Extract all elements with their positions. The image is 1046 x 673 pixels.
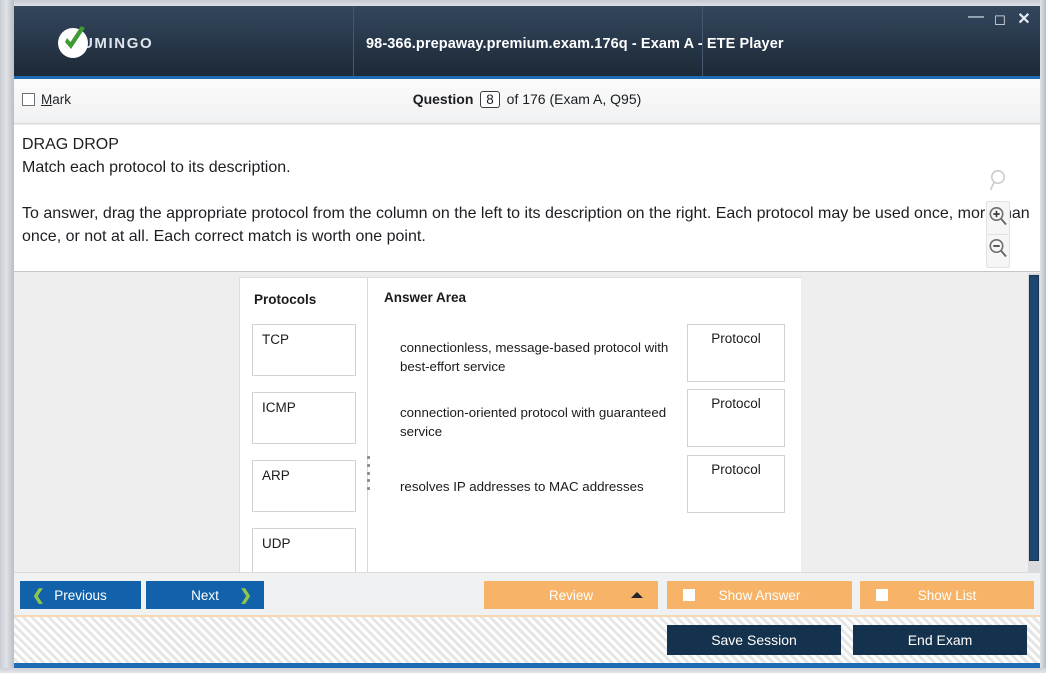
- show-answer-button[interactable]: Show Answer: [667, 581, 852, 609]
- chevron-left-icon: ❮: [32, 587, 45, 604]
- minimize-icon[interactable]: —: [968, 9, 984, 31]
- question-word: Question: [412, 91, 474, 107]
- vumingo-logo: UMINGO: [58, 26, 154, 58]
- show-list-button[interactable]: Show List: [860, 581, 1034, 609]
- question-prompt: Match each protocol to its description.: [22, 159, 291, 176]
- zoom-in-icon[interactable]: [987, 205, 1009, 232]
- window-frame-bottom: [0, 668, 1046, 673]
- protocol-source-arp[interactable]: ARP: [252, 460, 356, 512]
- protocol-source-icmp[interactable]: ICMP: [252, 392, 356, 444]
- exhibit-scroll-area: Protocols TCP ICMP ARP UDP Answer Area c…: [14, 273, 1040, 572]
- window-frame-left: [0, 0, 14, 673]
- question-text-spacer: [22, 179, 1032, 202]
- review-button[interactable]: Review: [484, 581, 658, 609]
- handle-dot: [367, 479, 370, 483]
- end-exam-label: End Exam: [907, 632, 973, 648]
- show-list-checkbox-icon[interactable]: [876, 589, 888, 601]
- answer-area-title: Answer Area: [384, 290, 467, 305]
- close-icon[interactable]: ✕: [1016, 12, 1032, 28]
- chevron-right-icon: ❯: [239, 587, 252, 604]
- search-icon[interactable]: [987, 169, 1009, 198]
- exhibit-vertical-scrollbar[interactable]: [1028, 273, 1040, 572]
- handle-dot: [367, 456, 370, 459]
- previous-button[interactable]: ❮ Previous: [20, 581, 141, 609]
- question-counter: Question 8 of 176 (Exam A, Q95): [14, 91, 1040, 108]
- session-bar: Save Session End Exam: [14, 617, 1040, 665]
- window-controls: — ☐ ✕: [968, 9, 1032, 31]
- splitter-handle[interactable]: [365, 456, 372, 490]
- answer-drop-target[interactable]: Protocol: [687, 324, 785, 382]
- answer-description: connection-oriented protocol with guaran…: [400, 405, 667, 439]
- answer-area-panel: Answer Area connectionless, message-base…: [372, 278, 801, 572]
- title-bar[interactable]: UMINGO 98-366.prepaway.premium.exam.176q…: [14, 6, 1040, 78]
- chevron-up-icon: [631, 592, 643, 598]
- drag-drop-exhibit: Protocols TCP ICMP ARP UDP Answer Area c…: [239, 277, 801, 572]
- scrollbar-thumb[interactable]: [1029, 275, 1039, 561]
- handle-dot: [367, 487, 370, 490]
- protocol-source-udp[interactable]: UDP: [252, 528, 356, 572]
- previous-button-label: Previous: [54, 587, 107, 603]
- next-button[interactable]: Next ❯: [146, 581, 264, 609]
- question-text-panel: DRAG DROP Match each protocol to its des…: [14, 125, 1040, 272]
- window-frame-right: [1040, 0, 1046, 673]
- logo-text: UMINGO: [82, 34, 154, 52]
- zoom-divider: [987, 234, 1008, 235]
- show-list-button-label: Show List: [917, 587, 977, 603]
- question-text: DRAG DROP Match each protocol to its des…: [22, 133, 1032, 248]
- handle-dot: [367, 463, 370, 467]
- navigation-action-bar: ❮ Previous Next ❯ Review Show Answer Sho…: [14, 572, 1040, 617]
- show-answer-checkbox-icon[interactable]: [683, 589, 695, 601]
- answer-drop-target[interactable]: Protocol: [687, 455, 785, 513]
- save-session-button[interactable]: Save Session: [667, 625, 841, 655]
- ete-player-window: UMINGO 98-366.prepaway.premium.exam.176q…: [0, 0, 1046, 673]
- handle-dot: [367, 471, 370, 475]
- protocols-title: Protocols: [254, 292, 317, 307]
- question-number-input[interactable]: 8: [480, 91, 500, 108]
- question-type-label: DRAG DROP: [22, 136, 119, 153]
- protocol-source-tcp[interactable]: TCP: [252, 324, 356, 376]
- zoom-toolbar: [981, 169, 1014, 268]
- review-button-label: Review: [548, 587, 594, 603]
- next-button-label: Next: [191, 587, 219, 603]
- save-session-label: Save Session: [711, 632, 797, 648]
- zoom-buttons-stack: [985, 201, 1010, 268]
- show-answer-button-label: Show Answer: [718, 587, 801, 603]
- question-header-bar: Mark Question 8 of 176 (Exam A, Q95): [14, 79, 1040, 124]
- protocols-panel: Protocols TCP ICMP ARP UDP: [240, 278, 368, 572]
- answer-description: connectionless, message-based protocol w…: [400, 340, 669, 374]
- question-total: of 176 (Exam A, Q95): [506, 91, 642, 107]
- answer-description: resolves IP addresses to MAC addresses: [400, 479, 644, 494]
- maximize-icon[interactable]: ☐: [992, 12, 1008, 28]
- end-exam-button[interactable]: End Exam: [853, 625, 1027, 655]
- window-title: 98-366.prepaway.premium.exam.176q - Exam…: [366, 36, 784, 52]
- answer-drop-target[interactable]: Protocol: [687, 389, 785, 447]
- zoom-out-icon[interactable]: [987, 237, 1009, 264]
- question-instructions: To answer, drag the appropriate protocol…: [22, 205, 1030, 245]
- checkmark-icon: [58, 26, 88, 58]
- titlebar-divider-left: [353, 6, 354, 78]
